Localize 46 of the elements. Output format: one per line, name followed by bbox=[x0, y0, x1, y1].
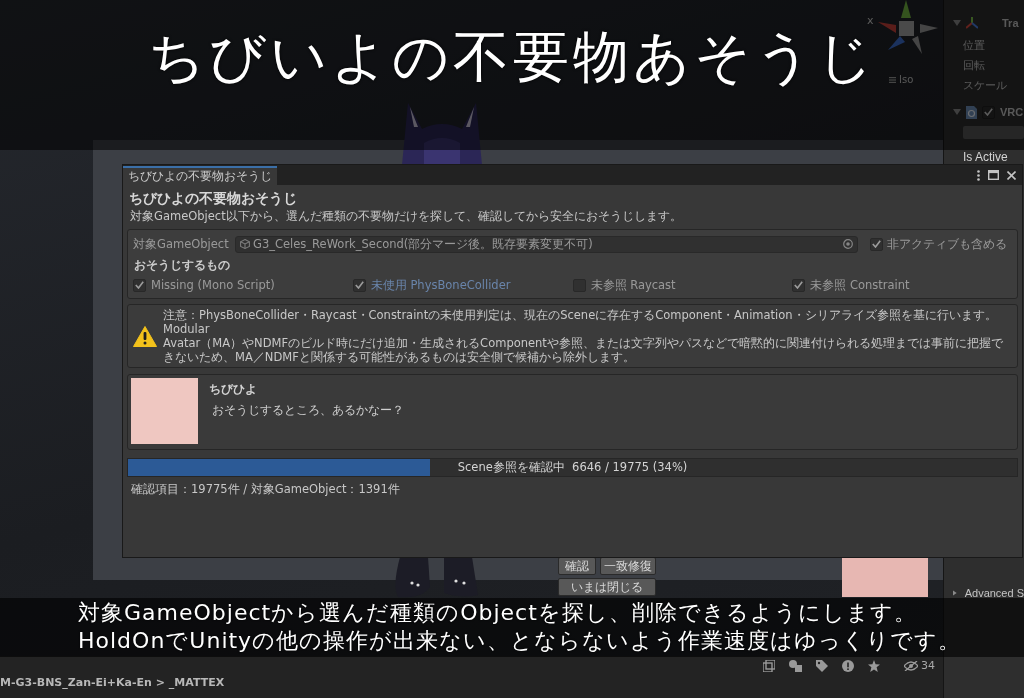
checkmark-icon bbox=[872, 240, 881, 248]
message-text: おそうじするところ、あるかなー？ bbox=[212, 403, 404, 418]
checkbox-label: 未参照 Constraint bbox=[810, 277, 910, 293]
eye-slash-icon[interactable] bbox=[904, 661, 918, 671]
field-label: 対象GameObject bbox=[133, 236, 230, 252]
script-file-icon bbox=[966, 105, 977, 119]
checkmark-icon bbox=[794, 281, 804, 289]
close-icon[interactable] bbox=[1007, 170, 1016, 180]
maximize-icon[interactable] bbox=[988, 170, 999, 180]
more-options-icon[interactable] bbox=[977, 169, 980, 181]
axis-label: x bbox=[867, 14, 874, 27]
field-label: Is Active bbox=[962, 149, 1009, 166]
summary-text: 確認項目：19775件 / 対象GameObject：1391件 bbox=[131, 482, 400, 496]
overlay-title: ちびいよの不要物あそうじ bbox=[147, 29, 877, 85]
window-tab[interactable]: ちびひよの不要物おそうじ bbox=[123, 166, 277, 185]
star-icon[interactable] bbox=[868, 660, 880, 672]
warning-icon bbox=[133, 325, 157, 347]
avatar-placeholder bbox=[131, 378, 198, 444]
checkbox-label: 未使用 PhysBoneCollider bbox=[370, 277, 511, 293]
transform-axes-icon bbox=[966, 17, 978, 29]
section-label: おそうじするもの bbox=[134, 258, 230, 272]
alert-icon[interactable] bbox=[842, 660, 854, 672]
checkbox-label: Missing (Mono Script) bbox=[151, 278, 275, 292]
checkbox-label: 未参照 Raycast bbox=[590, 277, 676, 293]
lines-icon bbox=[889, 76, 896, 83]
caption-line: HoldOnでUnityの他の操作が出来ない、とならないよう作業速度はゆっくりです。 bbox=[78, 627, 962, 655]
progress-label: Scene参照を確認中 6646 / 19775 (34%) bbox=[457, 459, 688, 476]
foldout-arrow-icon[interactable] bbox=[953, 589, 957, 597]
tag-icon[interactable] bbox=[816, 660, 828, 672]
checkbox[interactable] bbox=[982, 105, 995, 119]
caption-line: 対象GameObjectから選んだ種類のObjectを探し、削除できるようにします。 bbox=[78, 599, 917, 627]
component-title[interactable]: Advanced S bbox=[964, 587, 1024, 599]
checkmark-icon bbox=[135, 281, 144, 289]
warning-text: 注意：PhysBoneCollider・Raycast・Constraintの未使用判定は、現在のSceneに存在するComponent・Animation・シリアライズ参照を基に行います。 Modular Avatar（MA）やNDMFのビルド時にだけ追加・生成されるComponentや参照、または文字列やパスなどで暗黙的に関連付けられる処理までは事前に把握できないため、MA／NDMFと関係する可能性があるものは安全側で候補から除外します。 bbox=[163, 308, 1004, 364]
button[interactable]: いまは閉じる bbox=[558, 578, 656, 596]
hidden-count: 34 bbox=[921, 659, 935, 673]
checkmark-icon bbox=[984, 108, 993, 116]
description-text: 対象GameObject以下から、選んだ種類の不要物だけを探して、確認してから安全におそうじします。 bbox=[130, 209, 682, 224]
breadcrumb-path[interactable]: M-G3-BNS_Zan-Ei+Ka-En > _MATTEX bbox=[0, 674, 225, 692]
cube-icon bbox=[240, 239, 250, 249]
shapes-icon[interactable] bbox=[789, 660, 802, 672]
speaker-name: ちびひよ bbox=[209, 382, 257, 397]
layers-icon[interactable] bbox=[763, 660, 775, 672]
checkbox-label: 非アクティブも含める bbox=[887, 236, 1007, 252]
checkmark-icon bbox=[354, 281, 364, 289]
dialog-heading: ちびひよの不要物おそうじ bbox=[129, 189, 297, 208]
